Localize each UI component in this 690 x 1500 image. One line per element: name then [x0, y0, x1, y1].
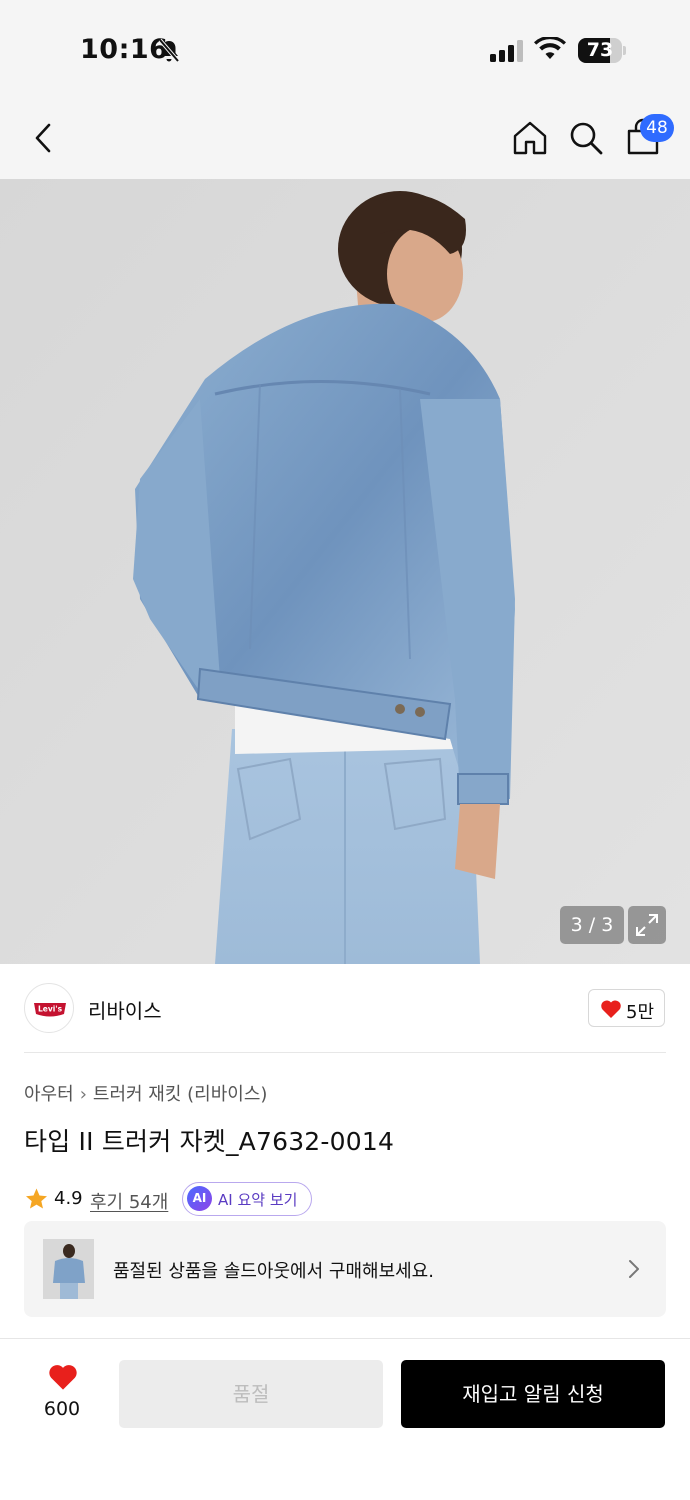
ai-badge-icon: AI	[187, 1186, 212, 1211]
image-counter: 3 / 3	[560, 906, 624, 944]
wifi-icon	[534, 37, 566, 59]
battery-indicator: 73	[578, 38, 626, 63]
breadcrumb-item[interactable]: 아우터	[24, 1084, 74, 1105]
soldout-button: 품절	[119, 1360, 383, 1428]
ai-summary-button[interactable]: AI AI 요약 보기	[182, 1182, 312, 1216]
battery-cap	[623, 46, 626, 55]
star-icon	[26, 1188, 47, 1209]
heart-icon	[601, 1000, 621, 1018]
levis-logo: Levi's	[34, 1003, 66, 1017]
wishlist-count: 600	[43, 1398, 81, 1420]
battery-level-text: 73	[586, 39, 614, 61]
brand-like-count: 5만	[626, 1002, 655, 1023]
status-bar: 10:16 73	[0, 0, 690, 100]
product-image-gallery[interactable]	[0, 179, 690, 964]
review-count-link[interactable]: 후기 54개	[90, 1188, 168, 1214]
wishlist-button[interactable]: 600	[30, 1361, 94, 1421]
brand-name[interactable]: 리바이스	[88, 995, 162, 1024]
soldout-promo-banner[interactable]: 품절된 상품을 솔드아웃에서 구매해보세요.	[24, 1221, 666, 1317]
soldout-banner-text: 품절된 상품을 솔드아웃에서 구매해보세요.	[113, 1261, 434, 1282]
breadcrumb-item[interactable]: 트러커 재킷 (리바이스)	[93, 1084, 268, 1105]
product-title: 타입 II 트러커 자켓_A7632-0014	[24, 1127, 395, 1156]
home-icon[interactable]	[512, 120, 548, 156]
restock-alert-button[interactable]: 재입고 알림 신청	[401, 1360, 665, 1428]
rating-score: 4.9	[54, 1188, 83, 1209]
expand-image-button[interactable]	[628, 906, 666, 944]
search-icon[interactable]	[568, 120, 604, 156]
bottom-action-bar: 600 품절 재입고 알림 신청	[0, 1338, 690, 1500]
heart-icon	[49, 1365, 77, 1390]
chevron-left-icon[interactable]	[32, 122, 56, 154]
divider	[24, 1052, 666, 1053]
breadcrumb: 아우터 › 트러커 재킷 (리바이스)	[24, 1080, 267, 1106]
product-photo	[0, 179, 690, 964]
cart-count-badge: 48	[640, 114, 674, 142]
battery-body: 73	[578, 38, 622, 63]
chevron-right-icon	[629, 1260, 639, 1278]
brand-logo[interactable]: Levi's	[24, 983, 74, 1033]
soldout-thumbnail	[43, 1239, 94, 1299]
ai-summary-label: AI 요약 보기	[218, 1191, 298, 1209]
status-time: 10:16	[80, 34, 169, 65]
cellular-signal-icon	[490, 40, 523, 62]
brand-like-button[interactable]: 5만	[588, 989, 665, 1027]
svg-text:Levi's: Levi's	[38, 1005, 63, 1014]
breadcrumb-separator-icon: ›	[79, 1084, 87, 1105]
thumbnail-image	[43, 1239, 94, 1299]
expand-icon	[636, 914, 658, 936]
bell-slash-icon	[158, 38, 180, 63]
